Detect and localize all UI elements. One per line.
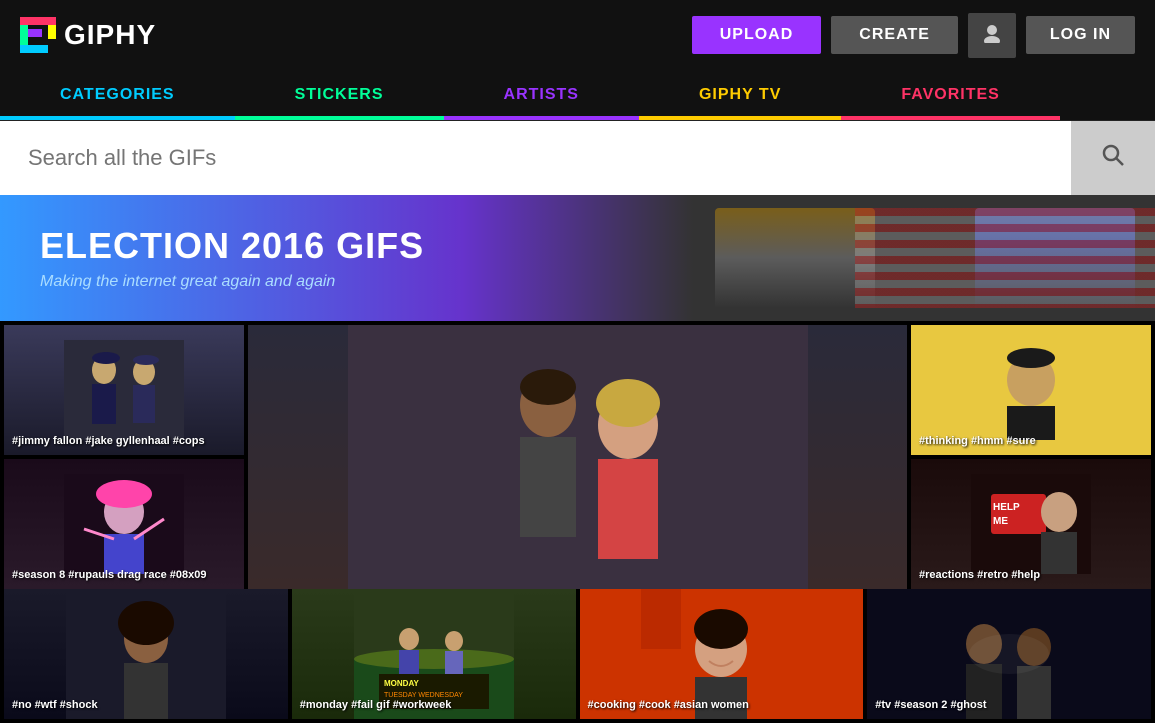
header-right: UPLOAD CREATE LOG IN <box>692 13 1135 58</box>
cops-illustration <box>64 340 184 440</box>
gif-item-monday[interactable]: MONDAY TUESDAY WEDNESDAY #monday #fail g… <box>292 589 576 719</box>
search-bar <box>0 121 1155 195</box>
banner-subtitle: Making the internet great again and agai… <box>40 273 424 291</box>
main-nav: CATEGORIES STICKERS ARTISTS GIPHY TV FAV… <box>0 70 1155 121</box>
gif-item-cops[interactable]: #jimmy fallon #jake gyllenhaal #cops <box>4 325 244 455</box>
banner-title: ELECTION 2016 GIFS <box>40 225 424 267</box>
upload-button[interactable]: UPLOAD <box>692 16 822 54</box>
dragrace-illustration <box>64 474 184 574</box>
gif-tag-cops: #jimmy fallon #jake gyllenhaal #cops <box>12 435 205 447</box>
gif-tag-no: #no #wtf #shock <box>12 699 98 711</box>
gif-tag-monday: #monday #fail gif #workweek <box>300 699 452 711</box>
user-icon-button[interactable] <box>968 13 1016 58</box>
nav-item-favorites[interactable]: FAVORITES <box>841 70 1060 120</box>
gif-item-tv[interactable]: #tv #season 2 #ghost <box>867 589 1151 719</box>
search-icon <box>1101 143 1125 167</box>
login-button[interactable]: LOG IN <box>1026 16 1135 54</box>
retro-illustration: HELP ME <box>971 474 1091 574</box>
banner-text: ELECTION 2016 GIFS Making the internet g… <box>40 225 424 291</box>
create-button[interactable]: CREATE <box>831 16 958 54</box>
svg-text:TUESDAY WEDNESDAY: TUESDAY WEDNESDAY <box>384 692 463 699</box>
election-banner[interactable]: ELECTION 2016 GIFS Making the internet g… <box>0 195 1155 321</box>
nav-item-stickers[interactable]: STICKERS <box>235 70 444 120</box>
gif-tag-tv: #tv #season 2 #ghost <box>875 699 986 711</box>
thinking-illustration <box>971 340 1091 440</box>
header: GIPHY UPLOAD CREATE LOG IN <box>0 0 1155 70</box>
gif-grid-main: #jimmy fallon #jake gyllenhaal #cops <box>0 321 1155 589</box>
gif-tag-retro: #reactions #retro #help <box>919 569 1040 581</box>
giphy-logo-icon <box>20 17 56 53</box>
nav-item-giphytv[interactable]: GIPHY TV <box>639 70 841 120</box>
search-button[interactable] <box>1071 121 1155 195</box>
gif-grid-bottom: #no #wtf #shock MONDAY TUESDAY WEDNESDAY… <box>0 589 1155 723</box>
nav-item-categories[interactable]: CATEGORIES <box>0 70 235 120</box>
banner-images <box>675 195 1155 321</box>
gif-item-cooking[interactable]: #cooking #cook #asian women <box>580 589 864 719</box>
search-input[interactable] <box>0 123 1071 193</box>
gif-tag-dragrace: #season 8 #rupauls drag race #08x09 <box>12 569 206 581</box>
gif-item-thinking[interactable]: #thinking #hmm #sure <box>911 325 1151 455</box>
svg-text:ME: ME <box>993 516 1008 527</box>
nav-item-artists[interactable]: ARTISTS <box>444 70 639 120</box>
gif-tag-cooking: #cooking #cook #asian women <box>588 699 749 711</box>
svg-text:HELP: HELP <box>993 502 1020 513</box>
gif-item-dragrace[interactable]: #season 8 #rupauls drag race #08x09 <box>4 459 244 589</box>
gif-item-no[interactable]: #no #wtf #shock <box>4 589 288 719</box>
logo-text: GIPHY <box>64 19 156 51</box>
svg-text:MONDAY: MONDAY <box>384 679 419 688</box>
logo-area: GIPHY <box>20 17 156 53</box>
gif-item-couple[interactable] <box>248 325 907 589</box>
gif-tag-thinking: #thinking #hmm #sure <box>919 435 1036 447</box>
user-icon <box>982 23 1002 43</box>
gif-item-retro[interactable]: HELP ME #reactions #retro #help <box>911 459 1151 589</box>
couple-illustration <box>348 325 808 589</box>
